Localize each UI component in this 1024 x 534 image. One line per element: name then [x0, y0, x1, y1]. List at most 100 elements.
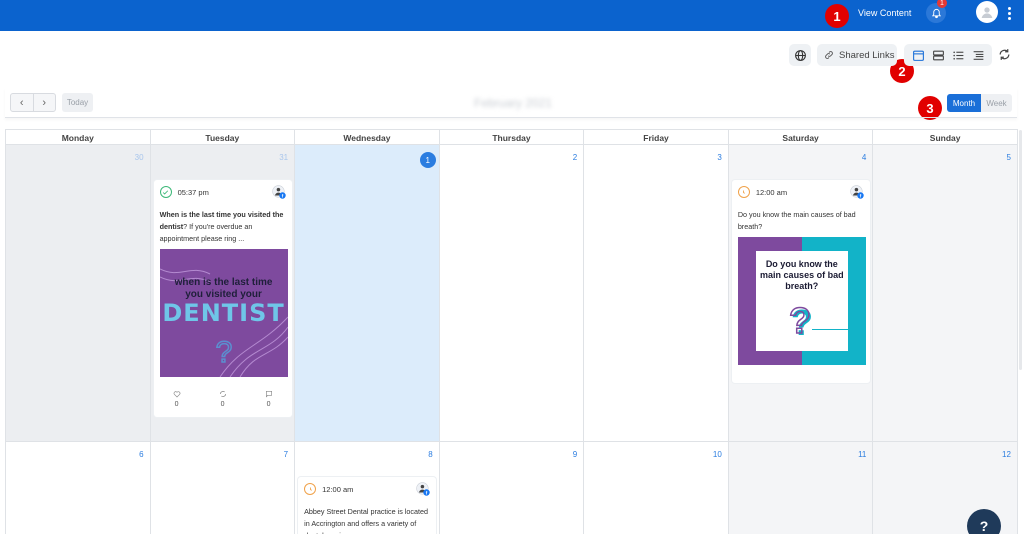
day-cell[interactable]: 6 — [6, 442, 151, 534]
comments-count: 0 — [266, 401, 271, 408]
share-icon — [219, 391, 226, 397]
day-number: 7 — [283, 450, 289, 459]
post-time: 05:37 pm — [177, 187, 209, 197]
weekday-wednesday: Wednesday — [295, 130, 440, 145]
post-text: Abbey Street Dental practice is located … — [304, 507, 428, 534]
feed-view-icon[interactable] — [932, 49, 945, 62]
post-time: 12:00 am — [322, 484, 354, 494]
day-number: 31 — [279, 153, 289, 162]
today-button[interactable]: Today — [62, 93, 93, 112]
day-cell[interactable]: 8 12:00 am f Abbey Street Dental practic… — [295, 442, 440, 534]
user-icon — [981, 7, 993, 18]
day-number: 3 — [717, 153, 722, 162]
svg-text:?: ? — [789, 301, 811, 341]
post-time: 12:00 am — [755, 187, 788, 197]
prev-month-button[interactable]: ‹ — [11, 94, 34, 111]
heart-icon — [173, 391, 180, 398]
weekday-thursday: Thursday — [440, 130, 585, 145]
question-mark-art: ? ? — [788, 301, 813, 341]
week-view-button[interactable]: Week — [981, 94, 1012, 112]
more-menu-icon[interactable] — [1008, 5, 1011, 22]
facebook-profile-icon: f — [416, 482, 430, 496]
day-number: 11 — [858, 450, 867, 459]
post-card[interactable]: 12:00 am f Do you know the main causes o… — [731, 180, 870, 383]
post-image[interactable]: Do you know the main causes of bad breat… — [737, 237, 866, 365]
post-text: When is the last time you visited the de… — [160, 209, 288, 245]
month-navigation: ‹ › — [10, 93, 56, 112]
post-card[interactable]: 12:00 am f Abbey Street Dental practice … — [298, 477, 437, 534]
facebook-profile-icon: f — [271, 185, 286, 199]
comment-icon — [265, 391, 272, 398]
weekday-monday: Monday — [6, 130, 151, 145]
scheduled-clock-icon — [304, 483, 317, 495]
globe-icon — [794, 49, 806, 61]
day-cell-today[interactable]: 1 — [295, 145, 440, 441]
day-number: 4 — [861, 153, 867, 162]
timezone-button[interactable] — [789, 44, 811, 66]
today-day-number: 1 — [419, 152, 436, 168]
shared-links-button[interactable]: Shared Links — [817, 44, 897, 66]
post-image-caption: when is the last time you visited your — [160, 277, 288, 301]
weekday-saturday: Saturday — [729, 130, 874, 145]
day-number: 12 — [1002, 450, 1011, 459]
post-card[interactable]: 05:37 pm f When is the last time you vis… — [153, 180, 292, 417]
calendar-view-icon[interactable] — [912, 49, 925, 62]
day-number: 6 — [139, 450, 144, 459]
day-number: 9 — [572, 450, 578, 459]
week-row: 6 7 8 12:00 am f Abbey Street Dental pra… — [6, 442, 1018, 534]
weekday-friday: Friday — [584, 130, 729, 145]
day-number: 2 — [572, 153, 578, 162]
view-content-link[interactable]: View Content — [858, 8, 911, 18]
day-cell[interactable]: 30 — [6, 145, 151, 441]
week-row: 30 31 05:37 pm f When is the last time y… — [6, 145, 1018, 442]
month-view-button[interactable]: Month — [947, 94, 981, 112]
weekday-tuesday: Tuesday — [151, 130, 296, 145]
calendar-grid: Monday Tuesday Wednesday Thursday Friday… — [5, 129, 1018, 534]
month-title: February 2021 — [474, 96, 553, 110]
likes-count: 0 — [174, 401, 179, 408]
shared-links-label: Shared Links — [839, 49, 895, 61]
scheduled-clock-icon — [737, 186, 750, 198]
post-stats: 0 0 0 — [154, 390, 292, 408]
top-bar: View Content — [0, 0, 1024, 31]
weekday-sunday: Sunday — [873, 130, 1018, 145]
image-white-panel: Do you know the main causes of bad breat… — [755, 251, 848, 351]
scrollbar[interactable] — [1019, 130, 1022, 370]
facebook-profile-icon: f — [850, 185, 864, 199]
day-cell[interactable]: 5 — [873, 145, 1018, 441]
bell-icon — [931, 8, 941, 18]
day-number: 10 — [712, 450, 722, 459]
day-cell[interactable]: 11 — [728, 442, 874, 534]
likes-stat: 0 — [173, 390, 181, 408]
day-cell[interactable]: 31 05:37 pm f When is the last time you … — [150, 145, 296, 441]
month-week-toggle: Month Week — [947, 94, 1012, 112]
post-text: Do you know the main causes of bad breat… — [737, 210, 856, 231]
refresh-icon[interactable] — [998, 48, 1011, 61]
day-cell[interactable]: 2 — [440, 145, 585, 441]
post-image[interactable]: ? when is the last time you visited your… — [159, 249, 288, 377]
link-icon — [825, 51, 833, 59]
next-month-button[interactable]: › — [34, 94, 56, 111]
image-caption-line1: when is the last time — [174, 277, 273, 288]
day-cell[interactable]: 3 — [584, 145, 729, 441]
day-cell[interactable]: 10 — [584, 442, 729, 534]
day-cell[interactable]: 7 — [151, 442, 296, 534]
user-avatar[interactable] — [976, 1, 998, 23]
post-header: 12:00 am — [737, 186, 788, 198]
day-cell[interactable]: 9 — [440, 442, 585, 534]
day-number: 5 — [1006, 153, 1011, 162]
compact-list-icon[interactable] — [972, 49, 985, 62]
day-number: 8 — [428, 450, 433, 459]
image-big-word: DENTIST — [162, 299, 285, 327]
svg-text:?: ? — [215, 336, 232, 369]
view-mode-group — [904, 44, 992, 66]
weekday-header: Monday Tuesday Wednesday Thursday Friday… — [6, 129, 1018, 145]
image-question-text: Do you know the main causes of bad breat… — [760, 259, 844, 291]
comments-stat: 0 — [265, 390, 273, 408]
annotation-marker-1: 1 — [825, 4, 849, 28]
list-view-icon[interactable] — [952, 49, 965, 62]
post-header: 12:00 am — [304, 483, 353, 495]
image-divider — [811, 329, 848, 330]
day-cell[interactable]: 4 12:00 am f Do you know the main causes… — [728, 145, 874, 441]
shares-stat: 0 — [219, 390, 227, 408]
